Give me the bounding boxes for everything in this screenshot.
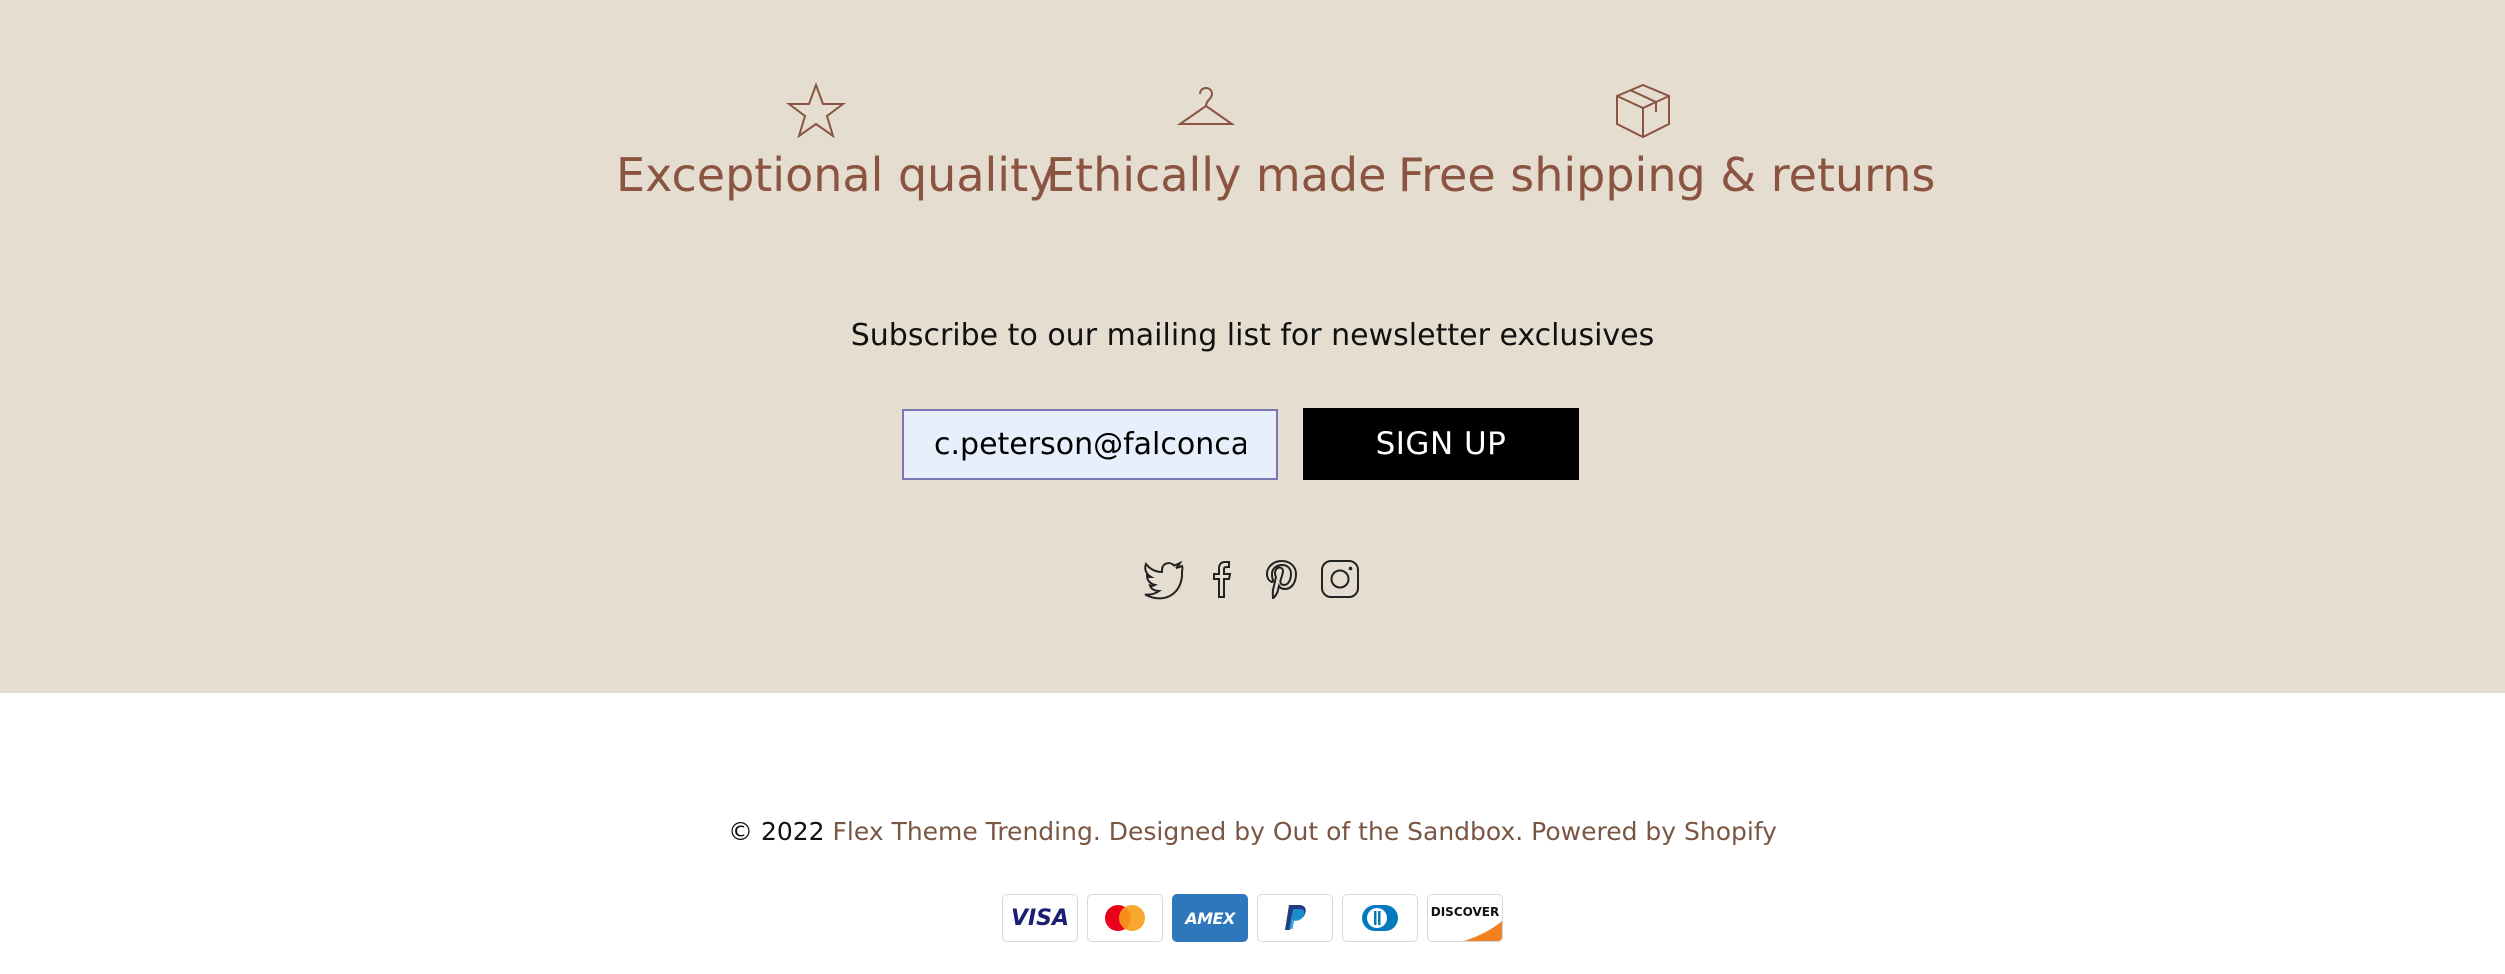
copyright-text: © 2022 [728,817,825,846]
pinterest-icon[interactable] [1260,558,1302,600]
payment-methods: VISA AMEX DISCOVER [1002,894,1503,942]
feature-quality: Exceptional quality [616,82,1056,202]
shopify-link[interactable]: Powered by Shopify [1531,817,1777,846]
amex-icon: AMEX [1172,894,1248,942]
feature-shipping: Free shipping & returns [1398,82,1936,202]
twitter-icon[interactable] [1143,558,1185,600]
newsletter-heading: Subscribe to our mailing list for newsle… [850,318,1655,353]
facebook-icon[interactable] [1203,558,1245,600]
designer-link[interactable]: Designed by Out of the Sandbox [1109,817,1516,846]
diners-club-icon [1342,894,1418,942]
feature-ethical: Ethically made [1046,82,1387,202]
discover-icon: DISCOVER [1427,894,1503,942]
separator: . [1092,817,1109,846]
feature-label: Ethically made [1046,148,1387,202]
sign-up-button[interactable]: SIGN UP [1303,408,1579,480]
instagram-icon[interactable] [1319,558,1361,600]
star-icon [786,82,846,139]
store-link[interactable]: Flex Theme Trending [833,817,1093,846]
paypal-icon [1257,894,1333,942]
footer-credits: © 2022 Flex Theme Trending. Designed by … [0,817,2505,846]
hanger-icon [1176,87,1236,125]
mastercard-icon [1087,894,1163,942]
separator: . [1515,817,1532,846]
feature-label: Free shipping & returns [1398,148,1936,202]
visa-icon: VISA [1002,894,1078,942]
box-icon [1616,83,1670,139]
feature-label: Exceptional quality [616,148,1056,202]
features-newsletter-section: Exceptional quality Ethically made Free … [0,0,2505,693]
email-field[interactable] [902,409,1278,480]
